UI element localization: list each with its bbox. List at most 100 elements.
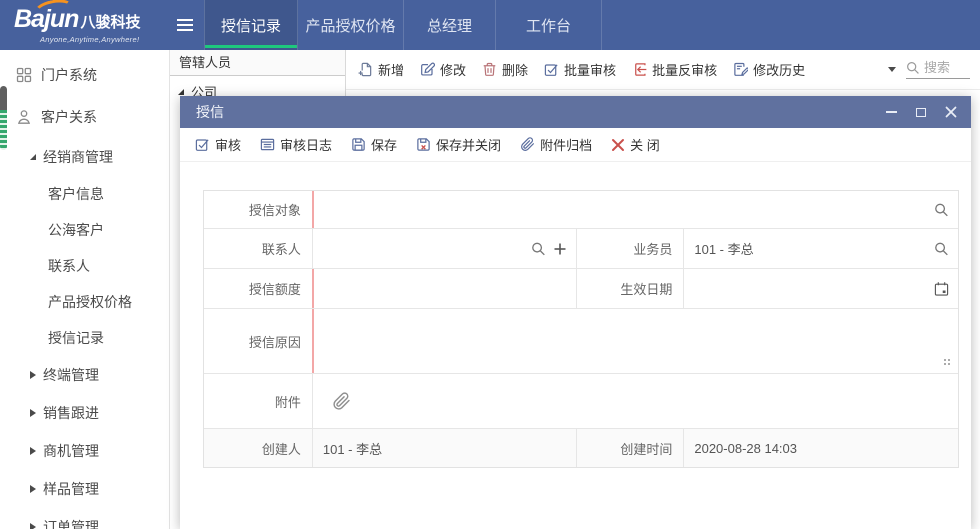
- search-input[interactable]: [924, 60, 970, 75]
- checkbox-check-icon: [544, 62, 559, 77]
- credit-target-label: 授信对象: [204, 191, 312, 228]
- tab-product-auth-price[interactable]: 产品授权价格: [298, 0, 404, 50]
- left-sidebar: 门户系统 客户关系 经销商管理 客户信息 公海客户 联系: [0, 50, 170, 529]
- attachment-archive-button[interactable]: 附件归档: [520, 135, 592, 154]
- form-row: 授信额度 生效日期: [204, 269, 958, 309]
- sidebar-item-portal-system[interactable]: 门户系统: [0, 54, 169, 96]
- sidebar-item-credit-records[interactable]: 授信记录: [0, 320, 169, 356]
- batch-unaudit-button[interactable]: 批量反审核: [632, 60, 717, 79]
- sidebar-item-label: 商机管理: [43, 441, 99, 461]
- save-and-close-button[interactable]: 保存并关闭: [416, 135, 501, 154]
- sidebar-item-sample-management[interactable]: 样品管理: [0, 470, 169, 508]
- button-label: 附件归档: [540, 135, 592, 154]
- calendar-icon[interactable]: [934, 281, 949, 296]
- tree-panel-header: 管辖人员: [170, 50, 345, 76]
- tab-general-manager[interactable]: 总经理: [404, 0, 496, 50]
- lookup-search-icon[interactable]: [531, 241, 546, 256]
- sidebar-item-sales-follow-up[interactable]: 销售跟进: [0, 394, 169, 432]
- credit-reason-textarea[interactable]: [312, 309, 958, 373]
- search-icon: [906, 61, 920, 75]
- sidebar-item-contacts[interactable]: 联系人: [0, 248, 169, 284]
- sidebar-item-label: 授信记录: [48, 328, 104, 348]
- form-row: 授信原因: [204, 309, 958, 374]
- attachment-label: 附件: [204, 374, 312, 428]
- salesman-label: 业务员: [576, 229, 684, 268]
- floppy-icon: [351, 137, 366, 152]
- close-button[interactable]: 关 闭: [611, 135, 660, 154]
- lookup-search-icon[interactable]: [934, 241, 949, 256]
- search-box: [906, 60, 970, 79]
- paperclip-icon[interactable]: [332, 392, 351, 411]
- edit-button[interactable]: 修改: [420, 60, 466, 79]
- sidebar-item-product-auth-price[interactable]: 产品授权价格: [0, 284, 169, 320]
- open-page-tabs: 授信记录 产品授权价格 总经理 工作台: [204, 0, 602, 50]
- credit-amount-input[interactable]: [312, 269, 576, 308]
- add-plus-icon[interactable]: [553, 242, 567, 256]
- button-label: 批量反审核: [652, 60, 717, 79]
- resize-grip-icon[interactable]: [948, 363, 950, 365]
- chevron-collapsed-icon: [30, 409, 36, 417]
- attachment-field[interactable]: [312, 374, 958, 428]
- filter-dropdown-caret-icon[interactable]: [888, 67, 896, 72]
- salesman-input[interactable]: 101 - 李总: [683, 229, 958, 268]
- sidebar-item-label: 样品管理: [43, 479, 99, 499]
- sidebar-item-dealer-management[interactable]: 经销商管理: [0, 138, 169, 176]
- tab-workbench[interactable]: 工作台: [496, 0, 602, 50]
- add-button[interactable]: 新增: [358, 60, 404, 79]
- delete-button[interactable]: 删除: [482, 60, 528, 79]
- trash-icon: [482, 62, 497, 77]
- sidebar-item-public-sea-customers[interactable]: 公海客户: [0, 212, 169, 248]
- dialog-toolbar: 审核 审核日志 保存: [180, 128, 971, 162]
- tab-label: 总经理: [427, 15, 472, 36]
- tab-label: 授信记录: [221, 15, 281, 36]
- credit-amount-label: 授信额度: [204, 269, 312, 308]
- edit-icon: [420, 62, 435, 77]
- batch-audit-button[interactable]: 批量审核: [544, 60, 616, 79]
- sidebar-item-label: 产品授权价格: [48, 292, 132, 312]
- creator-value: 101 - 李总: [312, 429, 576, 467]
- paperclip-icon: [520, 137, 535, 152]
- sidebar-item-label: 门户系统: [41, 65, 97, 85]
- form-row: 附件: [204, 374, 958, 429]
- scrollbar-stripes: [0, 110, 7, 150]
- window-controls: [886, 106, 957, 118]
- sidebar-item-terminal-management[interactable]: 终端管理: [0, 356, 169, 394]
- button-label: 删除: [502, 60, 528, 79]
- sidebar-item-order-management[interactable]: 订单管理: [0, 508, 169, 529]
- tab-label: 工作台: [526, 15, 571, 36]
- contact-input[interactable]: [312, 229, 576, 268]
- credit-form: 授信对象 联系人: [203, 190, 959, 468]
- dialog-title: 授信: [196, 102, 224, 122]
- button-label: 新增: [378, 60, 404, 79]
- minimize-icon[interactable]: [886, 111, 897, 113]
- field-value: 101 - 李总: [694, 239, 753, 258]
- sidebar-item-customer-relations[interactable]: 客户关系: [0, 96, 169, 138]
- chevron-collapsed-icon: [30, 447, 36, 455]
- maximize-icon[interactable]: [916, 108, 926, 117]
- brand-name-en: Bajun: [14, 5, 78, 34]
- effective-date-input[interactable]: [683, 269, 958, 308]
- button-label: 审核日志: [280, 135, 332, 154]
- chevron-collapsed-icon: [30, 371, 36, 379]
- sidebar-item-opportunity-management[interactable]: 商机管理: [0, 432, 169, 470]
- chevron-collapsed-icon: [30, 485, 36, 493]
- audit-button[interactable]: 审核: [195, 135, 241, 154]
- button-label: 修改: [440, 60, 466, 79]
- sidebar-scrollbar[interactable]: [0, 86, 7, 150]
- save-button[interactable]: 保存: [351, 135, 397, 154]
- lookup-search-icon[interactable]: [934, 202, 949, 217]
- dialog-header[interactable]: 授信: [180, 96, 971, 128]
- add-page-icon: [358, 62, 373, 77]
- menu-toggle-button[interactable]: [166, 0, 204, 50]
- chevron-collapsed-icon: [30, 523, 36, 529]
- creator-label: 创建人: [204, 429, 312, 467]
- edit-history-button[interactable]: 修改历史: [733, 60, 805, 79]
- credit-target-input[interactable]: [312, 191, 958, 228]
- close-icon[interactable]: [945, 106, 957, 118]
- audit-log-icon: [260, 137, 275, 152]
- sidebar-item-label: 终端管理: [43, 365, 99, 385]
- tab-credit-records[interactable]: 授信记录: [204, 0, 298, 50]
- chevron-expanded-icon: [30, 154, 36, 160]
- audit-log-button[interactable]: 审核日志: [260, 135, 332, 154]
- sidebar-item-customer-info[interactable]: 客户信息: [0, 176, 169, 212]
